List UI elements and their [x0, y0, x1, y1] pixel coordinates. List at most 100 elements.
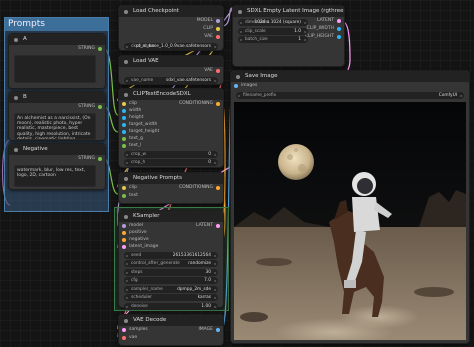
widget-value: 0: [208, 160, 211, 165]
socket-row: model LATENT: [119, 222, 223, 229]
clip-input-socket[interactable]: [122, 101, 126, 106]
input-label: samples: [129, 327, 148, 332]
conditioning-input-socket[interactable]: [122, 237, 126, 242]
socket-row: latent_image: [119, 243, 223, 250]
input-label: target_width: [129, 122, 158, 127]
widget-label: clip_scale: [245, 28, 266, 34]
widget-value: 26153361612564: [172, 252, 211, 258]
int-input-socket[interactable]: [122, 122, 126, 127]
steps-number[interactable]: steps 30: [124, 268, 218, 276]
output-label: CONDITIONING: [178, 101, 213, 106]
widget-label: denoise: [131, 303, 148, 309]
dimensions-combo[interactable]: dimensions1024 x 1024 (square): [238, 19, 308, 26]
string-output-socket[interactable]: [98, 157, 102, 161]
node-a[interactable]: A STRING: [8, 33, 106, 89]
generated-image-preview[interactable]: [234, 101, 466, 340]
widget-label: scheduler: [131, 295, 153, 300]
filename-prefix-input[interactable]: filename_prefix ComfyUI: [236, 91, 464, 99]
widget-value: 0: [208, 151, 211, 157]
node-title[interactable]: Negative Prompts: [119, 173, 223, 184]
node-negative-prompts[interactable]: Negative Prompts clip CONDITIONING text: [118, 172, 224, 204]
string-input-socket[interactable]: [122, 143, 126, 148]
output-label: CLIP_HEIGHT: [304, 34, 334, 39]
image-output-socket[interactable]: [216, 328, 220, 332]
scheduler-combo[interactable]: scheduler karras: [124, 294, 218, 301]
node-b[interactable]: B STRING: [8, 91, 106, 141]
clip-input-socket[interactable]: [122, 186, 126, 190]
widget-value: 30: [205, 269, 211, 275]
int-input-socket[interactable]: [122, 115, 126, 120]
control-after-generate-combo[interactable]: control_after_generate randomize: [124, 260, 218, 267]
input-label: clip: [129, 185, 137, 190]
node-vae-decode[interactable]: VAE Decode samples IMAGE vae: [118, 314, 224, 346]
node-title[interactable]: CLIPTextEncodeSDXL: [119, 89, 223, 100]
node-title[interactable]: Save Image: [231, 71, 469, 82]
int-input-socket[interactable]: [122, 108, 126, 113]
input-label: target_height: [129, 129, 160, 134]
conditioning-output-socket[interactable]: [216, 101, 220, 106]
latent-input-socket[interactable]: [122, 244, 126, 249]
seed-number[interactable]: seed 26153361612564: [124, 251, 218, 259]
widget-value: 1: [298, 37, 301, 42]
widget-label: batch_size: [245, 37, 268, 42]
node-title[interactable]: Load Checkpoint: [119, 6, 223, 17]
denoise-number[interactable]: denoise 1.00: [124, 302, 218, 310]
socket-row: height: [119, 114, 223, 121]
sampler-name-combo[interactable]: sampler_name dpmpp_2m_sde: [124, 285, 218, 293]
string-output-socket[interactable]: [98, 47, 102, 51]
node-title[interactable]: SDXL Empty Latent Image (rgthree): [233, 6, 344, 17]
node-title[interactable]: Load VAE: [119, 56, 223, 67]
ckpt-name-combo[interactable]: ckpt_namesd_xl_base_1.0_0.9vae.safetenso…: [124, 42, 218, 50]
text-input-a[interactable]: [14, 55, 96, 83]
image-input-socket[interactable]: [234, 84, 238, 88]
vae-input-socket[interactable]: [122, 336, 126, 340]
node-clip-text-encode-sdxl[interactable]: CLIPTextEncodeSDXL clip CONDITIONING widt…: [118, 88, 224, 168]
clip-output-socket[interactable]: [216, 27, 220, 31]
node-sdxl-empty-latent[interactable]: SDXL Empty Latent Image (rgthree) LATENT…: [232, 5, 345, 67]
vae-output-socket[interactable]: [216, 69, 220, 73]
model-output-socket[interactable]: [216, 19, 220, 23]
int-output-socket[interactable]: [337, 35, 341, 39]
vae-output-socket[interactable]: [216, 35, 220, 39]
node-title[interactable]: Negative: [9, 144, 105, 155]
conditioning-input-socket[interactable]: [122, 230, 126, 235]
text-input-negative[interactable]: [14, 165, 96, 187]
vae-name-combo[interactable]: vae_name sdxl_vae.safetensors: [124, 76, 218, 84]
clip-scale-number[interactable]: clip_scale 1.0: [238, 27, 308, 35]
string-input-socket[interactable]: [122, 136, 126, 141]
string-output-socket[interactable]: [98, 105, 102, 109]
node-load-vae[interactable]: Load VAE VAE vae_name sdxl_vae.safetensor…: [118, 55, 224, 85]
node-save-image[interactable]: Save Image images filename_prefix ComfyUI: [230, 70, 470, 344]
batch-size-number[interactable]: batch_size 1: [238, 36, 308, 43]
latent-output-socket[interactable]: [216, 223, 220, 228]
latent-input-socket[interactable]: [122, 328, 126, 332]
widget-label: crop_h: [131, 160, 146, 165]
node-title[interactable]: VAE Decode: [119, 315, 223, 326]
int-output-socket[interactable]: [337, 27, 341, 31]
input-label: model: [129, 223, 144, 228]
node-title[interactable]: KSampler: [119, 211, 223, 222]
crop-w-number[interactable]: crop_w 0: [124, 150, 218, 158]
crop-h-number[interactable]: crop_h 0: [124, 159, 218, 166]
output-label: STRING: [78, 156, 95, 161]
text-input-b[interactable]: [14, 113, 96, 140]
node-ksampler[interactable]: KSampler model LATENT positive negative l…: [118, 210, 224, 310]
output-label: CLIP_WIDTH: [306, 26, 334, 31]
widget-value: 1024 x 1024 (square): [254, 20, 301, 25]
output-label: IMAGE: [198, 327, 213, 332]
cfg-number[interactable]: cfg 7.0: [124, 277, 218, 284]
widget-label: crop_w: [131, 151, 147, 157]
input-label: text_g: [129, 136, 143, 141]
node-title[interactable]: A: [9, 34, 105, 45]
int-input-socket[interactable]: [122, 129, 126, 134]
output-row: MODEL: [119, 17, 223, 25]
input-label: clip: [129, 101, 137, 106]
node-title[interactable]: B: [9, 92, 105, 103]
group-title[interactable]: Prompts: [5, 18, 108, 31]
conditioning-output-socket[interactable]: [216, 186, 220, 190]
string-input-socket[interactable]: [122, 194, 126, 198]
model-input-socket[interactable]: [122, 223, 126, 228]
node-negative[interactable]: Negative STRING: [8, 143, 106, 190]
latent-output-socket[interactable]: [337, 19, 341, 23]
node-load-checkpoint[interactable]: Load Checkpoint MODEL CLIP VAE ckpt_name…: [118, 5, 224, 51]
